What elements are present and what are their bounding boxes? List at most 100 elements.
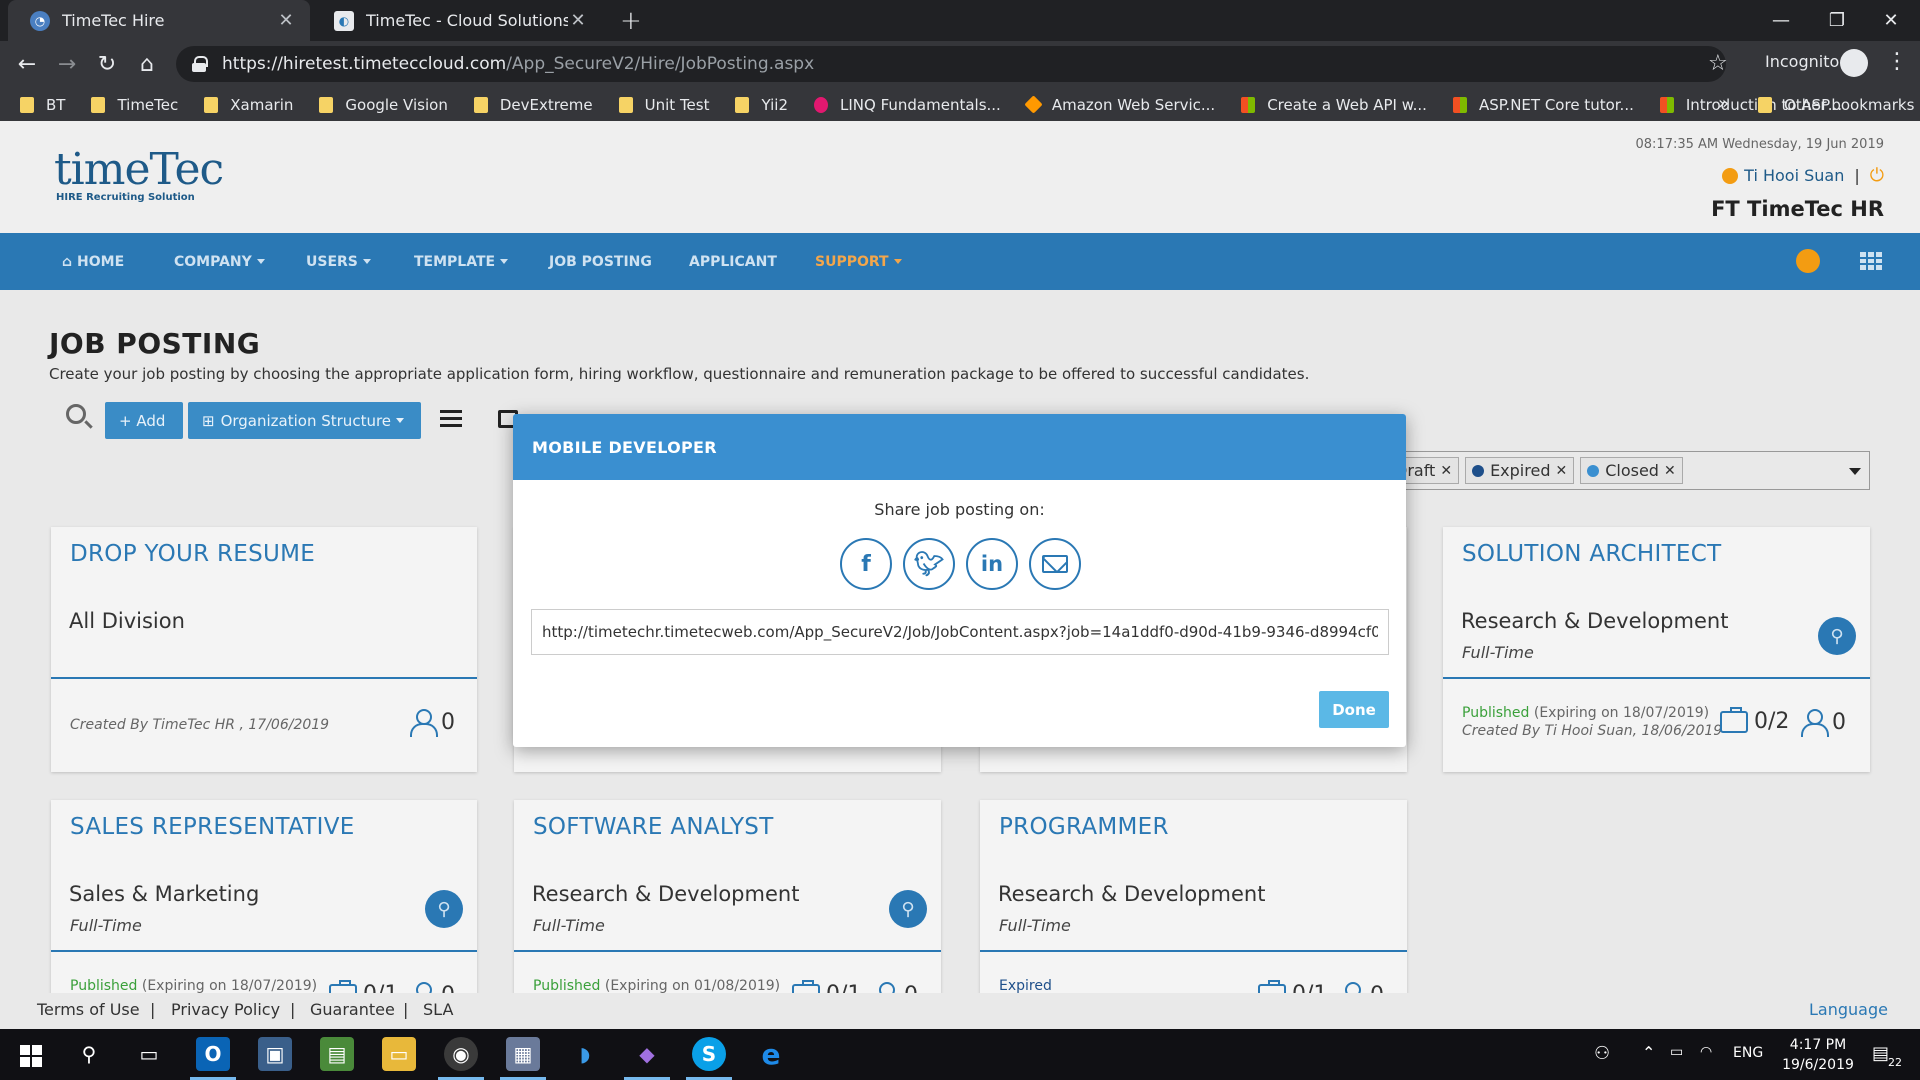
back-icon[interactable]: ← bbox=[12, 49, 42, 79]
remove-chip-icon[interactable]: ✕ bbox=[1555, 463, 1567, 479]
input-language[interactable]: ENG bbox=[1733, 1045, 1763, 1061]
minimize-icon[interactable]: — bbox=[1752, 0, 1810, 41]
address-bar[interactable]: https://hiretest.timeteccloud.com/App_Se… bbox=[176, 46, 1726, 82]
linkedin-share-button[interactable]: in bbox=[966, 538, 1018, 590]
guarantee-link[interactable]: Guarantee bbox=[310, 1000, 395, 1019]
remove-chip-icon[interactable]: ✕ bbox=[1440, 463, 1452, 479]
share-url-field[interactable] bbox=[531, 609, 1389, 655]
nav-users[interactable]: USERS bbox=[306, 233, 371, 290]
job-card-drop-your-resume[interactable]: DROP YOUR RESUME All Division Created By… bbox=[51, 527, 477, 772]
remove-chip-icon[interactable]: ✕ bbox=[1664, 463, 1676, 479]
tab-timetec-hire[interactable]: ◔ TimeTec Hire ✕ bbox=[8, 0, 310, 41]
job-title[interactable]: SOLUTION ARCHITECT bbox=[1462, 541, 1721, 567]
chrome-icon[interactable]: ◉ bbox=[444, 1037, 478, 1071]
pin-icon[interactable]: ⚲ bbox=[425, 890, 463, 928]
job-title[interactable]: SOFTWARE ANALYST bbox=[533, 814, 774, 840]
nav-company[interactable]: COMPANY bbox=[174, 233, 265, 290]
nav-job-posting[interactable]: JOB POSTING bbox=[549, 233, 652, 290]
job-card-programmer[interactable]: PROGRAMMER Research & Development Full-T… bbox=[980, 800, 1407, 993]
job-card-solution-architect[interactable]: SOLUTION ARCHITECT Research & Developmen… bbox=[1443, 527, 1870, 772]
tool-app-icon[interactable]: ▤ bbox=[320, 1037, 354, 1071]
position-count[interactable]: 0/1 bbox=[1258, 979, 1327, 993]
apps-grid-icon[interactable] bbox=[1860, 252, 1882, 270]
timetec-logo[interactable]: timeTec HIRE Recruiting Solution bbox=[54, 148, 224, 204]
filter-chip-closed[interactable]: Closed ✕ bbox=[1580, 457, 1683, 484]
bookmark-unit-test[interactable]: Unit Test bbox=[618, 96, 709, 114]
forward-icon[interactable]: → bbox=[52, 49, 82, 79]
position-count[interactable]: 0/1 bbox=[792, 979, 861, 993]
help-lightbulb-icon[interactable] bbox=[1796, 249, 1820, 273]
restore-icon[interactable]: ❐ bbox=[1808, 0, 1866, 41]
bookmark-devextreme[interactable]: DevExtreme bbox=[473, 96, 593, 114]
sla-link[interactable]: SLA bbox=[423, 1000, 453, 1019]
filter-chip-expired[interactable]: Expired ✕ bbox=[1465, 457, 1575, 484]
job-title[interactable]: PROGRAMMER bbox=[999, 814, 1169, 840]
home-icon[interactable]: ⌂ bbox=[132, 49, 162, 79]
nav-home[interactable]: ⌂ HOME bbox=[62, 233, 124, 290]
status-filter-select[interactable]: Draft ✕ Expired ✕ Closed ✕ bbox=[1389, 451, 1870, 490]
reload-icon[interactable]: ↻ bbox=[92, 49, 122, 79]
search-icon[interactable]: ⚲ bbox=[72, 1037, 106, 1071]
bookmark-google-vision[interactable]: Google Vision bbox=[319, 96, 448, 114]
bookmark-aspnet-core[interactable]: ASP.NET Core tutor... bbox=[1452, 96, 1634, 114]
organization-structure-button[interactable]: ⊞ Organization Structure bbox=[188, 402, 421, 439]
done-button[interactable]: Done bbox=[1319, 691, 1389, 728]
bookmarks-more-icon[interactable]: » bbox=[1718, 93, 1729, 114]
file-explorer-icon[interactable]: ▭ bbox=[382, 1037, 416, 1071]
new-tab-icon[interactable]: + bbox=[620, 6, 642, 36]
nav-support[interactable]: SUPPORT bbox=[815, 233, 902, 290]
nav-template[interactable]: TEMPLATE bbox=[414, 233, 509, 290]
battery-icon[interactable]: ▭ bbox=[1670, 1044, 1683, 1060]
dolphin-app-icon[interactable]: ◗ bbox=[568, 1037, 602, 1071]
bookmark-xamarin[interactable]: Xamarin bbox=[204, 96, 293, 114]
edge-icon[interactable]: e bbox=[754, 1037, 788, 1071]
tray-chevron-up-icon[interactable]: ⌃ bbox=[1642, 1043, 1655, 1062]
applicant-count[interactable]: 0 bbox=[872, 982, 918, 993]
network-app-icon[interactable]: ▣ bbox=[258, 1037, 292, 1071]
position-count[interactable]: 0/1 bbox=[329, 979, 398, 993]
bookmark-timetec[interactable]: TimeTec bbox=[91, 96, 178, 114]
skype-icon[interactable]: S bbox=[692, 1037, 726, 1071]
applicant-count[interactable]: 0 bbox=[1800, 709, 1846, 737]
job-title[interactable]: DROP YOUR RESUME bbox=[70, 541, 315, 567]
editor-app-icon[interactable]: ▦ bbox=[506, 1037, 540, 1071]
close-icon[interactable]: ✕ bbox=[568, 10, 588, 31]
bookmark-yii2[interactable]: Yii2 bbox=[735, 96, 788, 114]
applicant-count[interactable]: 0 bbox=[409, 982, 455, 993]
facebook-share-button[interactable]: f bbox=[840, 538, 892, 590]
privacy-link[interactable]: Privacy Policy bbox=[171, 1000, 280, 1019]
search-icon[interactable] bbox=[66, 404, 86, 424]
job-title[interactable]: SALES REPRESENTATIVE bbox=[70, 814, 355, 840]
bookmark-bt[interactable]: BT bbox=[20, 96, 65, 114]
applicant-count[interactable]: 0 bbox=[409, 709, 455, 737]
position-count[interactable]: 0/2 bbox=[1720, 706, 1789, 734]
add-button[interactable]: + Add bbox=[105, 402, 183, 439]
tab-timetec-cloud[interactable]: ◐ TimeTec - Cloud Solutions for Wo ✕ bbox=[312, 0, 602, 41]
twitter-share-button[interactable]: 🐦︎ bbox=[903, 538, 955, 590]
notification-icon[interactable]: ▤ bbox=[1872, 1043, 1889, 1064]
language-link[interactable]: Language bbox=[1809, 1000, 1888, 1019]
user-name[interactable]: Ti Hooi Suan bbox=[1744, 166, 1844, 185]
email-share-button[interactable] bbox=[1029, 538, 1081, 590]
browser-menu-icon[interactable]: ⋮ bbox=[1886, 49, 1908, 74]
pin-icon[interactable]: ⚲ bbox=[1818, 617, 1856, 655]
taskbar-clock[interactable]: 4:17 PM 19/6/2019 bbox=[1773, 1035, 1863, 1075]
close-icon[interactable]: ✕ bbox=[276, 10, 296, 31]
visual-studio-icon[interactable]: ◆ bbox=[630, 1037, 664, 1071]
job-card-software-analyst[interactable]: SOFTWARE ANALYST Research & Development … bbox=[514, 800, 941, 993]
terms-link[interactable]: Terms of Use bbox=[37, 1000, 140, 1019]
incognito-icon[interactable] bbox=[1840, 49, 1868, 77]
people-icon[interactable]: ⚇ bbox=[1594, 1043, 1610, 1064]
bookmark-other[interactable]: Other bookmarks bbox=[1758, 88, 1914, 121]
dropdown-caret-icon[interactable] bbox=[1849, 468, 1861, 475]
window-close-icon[interactable]: ✕ bbox=[1862, 0, 1920, 41]
job-card-sales-representative[interactable]: SALES REPRESENTATIVE Sales & Marketing F… bbox=[51, 800, 477, 993]
nav-applicant[interactable]: APPLICANT bbox=[689, 233, 777, 290]
bookmark-aws[interactable]: Amazon Web Servic... bbox=[1024, 95, 1215, 114]
wifi-icon[interactable]: ◠ bbox=[1700, 1044, 1712, 1060]
outlook-icon[interactable]: O bbox=[196, 1037, 230, 1071]
logout-power-icon[interactable]: ⏻ bbox=[1870, 165, 1884, 186]
windows-start-icon[interactable] bbox=[20, 1045, 42, 1067]
bookmark-star-icon[interactable]: ☆ bbox=[1708, 51, 1728, 76]
task-view-icon[interactable]: ▭ bbox=[132, 1037, 166, 1071]
